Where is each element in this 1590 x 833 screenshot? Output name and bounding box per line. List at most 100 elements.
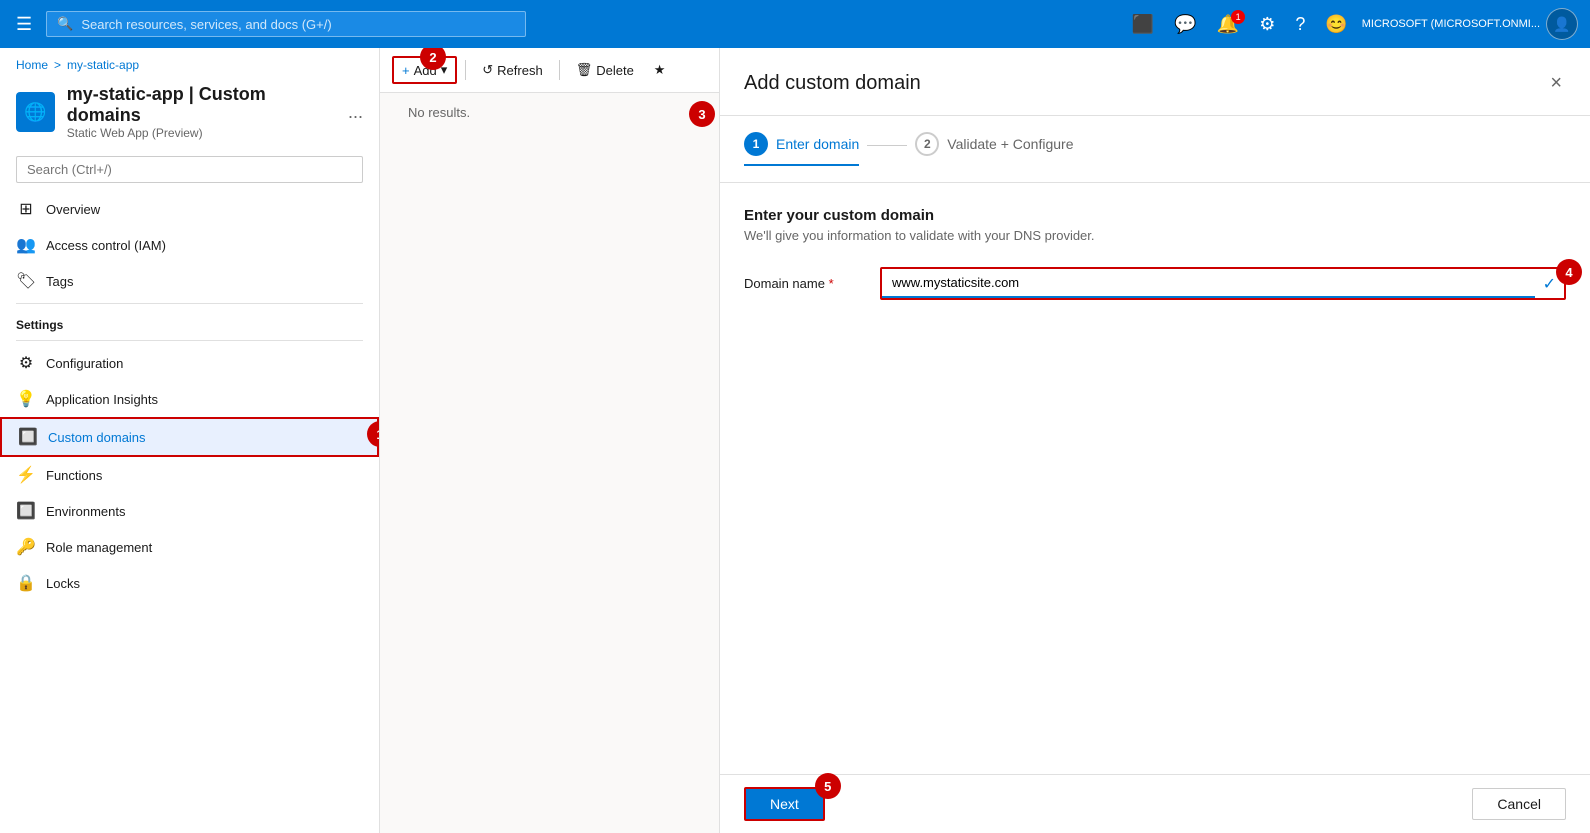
step-1-circle: 1	[744, 132, 768, 156]
step-1-label: Enter domain	[776, 136, 859, 152]
sidebar-item-application-insights[interactable]: 💡 Application Insights	[0, 381, 379, 417]
breadcrumb-home[interactable]: Home	[16, 58, 48, 72]
domain-name-input[interactable]	[882, 269, 1535, 298]
user-label: MICROSOFT (MICROSOFT.ONMI...	[1362, 18, 1540, 30]
annotation-badge-4: 4	[1556, 259, 1582, 285]
sidebar-search-input[interactable]	[16, 156, 363, 183]
user-account-info[interactable]: MICROSOFT (MICROSOFT.ONMI... 👤	[1362, 8, 1578, 40]
hamburger-menu-button[interactable]: ☰	[12, 10, 36, 39]
resource-name: my-static-app | Custom domains	[67, 84, 336, 126]
access-control-icon: 👥	[16, 235, 36, 255]
step-2-validate-configure[interactable]: 2 Validate + Configure	[915, 132, 1073, 166]
nav-icons-group: ⬛ 💬 🔔 1 ⚙ ? 😊 MICROSOFT (MICROSOFT.ONMI.…	[1126, 8, 1578, 40]
form-section-desc: We'll give you information to validate w…	[744, 228, 1566, 243]
environments-icon: 🔲	[16, 501, 36, 521]
panel-footer: Next 5 Cancel	[720, 774, 1590, 833]
sidebar-item-tags[interactable]: 🏷 Tags	[0, 263, 379, 299]
sidebar-item-environments[interactable]: 🔲 Environments	[0, 493, 379, 529]
form-section-title: Enter your custom domain	[744, 207, 1566, 224]
breadcrumb-separator: >	[54, 58, 61, 72]
notification-badge: 1	[1231, 10, 1245, 24]
breadcrumb: Home > my-static-app	[0, 48, 379, 76]
domain-input-wrapper: ✓	[880, 267, 1566, 300]
sidebar-item-locks[interactable]: 🔒 Locks	[0, 565, 379, 601]
nav-divider-2	[16, 340, 363, 341]
tags-icon: 🏷	[16, 271, 36, 291]
sidebar-item-label: Overview	[46, 202, 363, 217]
top-navigation: ☰ 🔍 ⬛ 💬 🔔 1 ⚙ ? 😊 MICROSOFT (MICROSOFT.O…	[0, 0, 1590, 48]
toolbar: + Add ▾ 2 ↺ ↺ Refresh Refresh 🗑 Delete ★	[380, 48, 719, 93]
overview-icon: ⊞	[16, 199, 36, 219]
global-search-input[interactable]	[81, 17, 515, 32]
next-button[interactable]: Next	[744, 787, 825, 821]
custom-domains-icon: 🔲	[18, 427, 38, 447]
step-2-label: Validate + Configure	[947, 136, 1073, 152]
sidebar-item-label: Locks	[46, 576, 363, 591]
add-btn-wrapper: + Add ▾ 2	[392, 56, 457, 84]
right-panel: Add custom domain × 1 Enter domain 2 Val…	[720, 48, 1590, 833]
next-btn-wrapper: Next 5	[744, 787, 825, 821]
breadcrumb-current[interactable]: my-static-app	[67, 58, 139, 72]
sidebar-item-label: Configuration	[46, 356, 363, 371]
settings-icon-button[interactable]: ⚙	[1253, 10, 1281, 39]
toolbar-divider	[465, 60, 466, 80]
main-layout: Home > my-static-app 🌐 my-static-app | C…	[0, 48, 1590, 833]
sidebar-item-label: Access control (IAM)	[46, 238, 363, 253]
step-1-enter-domain[interactable]: 1 Enter domain	[744, 132, 859, 166]
sidebar-item-access-control[interactable]: 👥 Access control (IAM)	[0, 227, 379, 263]
help-icon-button[interactable]: ?	[1289, 10, 1311, 39]
toolbar-divider-2	[559, 60, 560, 80]
static-app-icon: 🌐	[24, 102, 46, 123]
close-button[interactable]: ×	[1546, 68, 1566, 99]
resource-subtitle: Static Web App (Preview)	[67, 126, 336, 140]
terminal-icon-button[interactable]: ⬛	[1126, 10, 1160, 39]
sidebar-item-role-management[interactable]: 🔑 Role management	[0, 529, 379, 565]
sidebar-item-label: Tags	[46, 274, 363, 289]
required-marker: *	[829, 276, 834, 291]
resource-title: my-static-app | Custom domains Static We…	[67, 84, 336, 140]
annotation-badge-3: 3	[689, 101, 715, 127]
sidebar-item-custom-domains[interactable]: 🔲 Custom domains	[0, 417, 379, 457]
panel-header: Add custom domain ×	[720, 48, 1590, 116]
delete-icon: 🗑	[576, 62, 593, 78]
resource-header: 🌐 my-static-app | Custom domains Static …	[0, 76, 379, 148]
refresh-icon: ↺	[482, 62, 493, 78]
cancel-button[interactable]: Cancel	[1472, 788, 1566, 820]
sidebar-item-label: Functions	[46, 468, 363, 483]
star-icon: ★	[654, 62, 666, 78]
application-insights-icon: 💡	[16, 389, 36, 409]
stepper: 1 Enter domain 2 Validate + Configure	[720, 116, 1590, 183]
no-results-area: No results. 3	[380, 93, 719, 132]
step-2-circle: 2	[915, 132, 939, 156]
notifications-icon-button[interactable]: 🔔 1	[1211, 10, 1245, 39]
search-icon: 🔍	[57, 16, 73, 32]
role-management-icon: 🔑	[16, 537, 36, 557]
step-separator	[867, 145, 907, 146]
middle-panel: + Add ▾ 2 ↺ ↺ Refresh Refresh 🗑 Delete ★	[380, 48, 720, 833]
avatar[interactable]: 👤	[1546, 8, 1578, 40]
domain-name-label: Domain name *	[744, 276, 864, 291]
more-options-icon[interactable]: ...	[348, 102, 363, 123]
star-button[interactable]: ★	[646, 58, 674, 82]
locks-icon: 🔒	[16, 573, 36, 593]
refresh-button[interactable]: ↺ ↺ Refresh Refresh	[474, 58, 550, 82]
no-results-text: No results.	[392, 89, 486, 136]
delete-button[interactable]: 🗑 Delete	[568, 58, 642, 82]
add-icon: +	[402, 63, 410, 78]
sidebar-item-overview[interactable]: ⊞ Overview	[0, 191, 379, 227]
feedback2-icon-button[interactable]: 😊	[1319, 10, 1353, 39]
sidebar-item-functions[interactable]: ⚡ Functions	[0, 457, 379, 493]
sidebar-search-container	[0, 148, 379, 191]
annotation-badge-5: 5	[815, 773, 841, 799]
functions-icon: ⚡	[16, 465, 36, 485]
global-search-bar[interactable]: 🔍	[46, 11, 526, 37]
feedback-icon-button[interactable]: 💬	[1168, 10, 1202, 39]
domain-name-form-row: Domain name * ✓ 4	[744, 267, 1566, 300]
sidebar-item-label: Environments	[46, 504, 363, 519]
panel-title: Add custom domain	[744, 72, 921, 95]
sidebar-item-label: Custom domains	[48, 430, 361, 445]
left-panel: Home > my-static-app 🌐 my-static-app | C…	[0, 48, 380, 833]
settings-section-label: Settings	[0, 308, 379, 336]
sidebar-item-configuration[interactable]: ⚙ Configuration	[0, 345, 379, 381]
sidebar-item-label: Application Insights	[46, 392, 363, 407]
